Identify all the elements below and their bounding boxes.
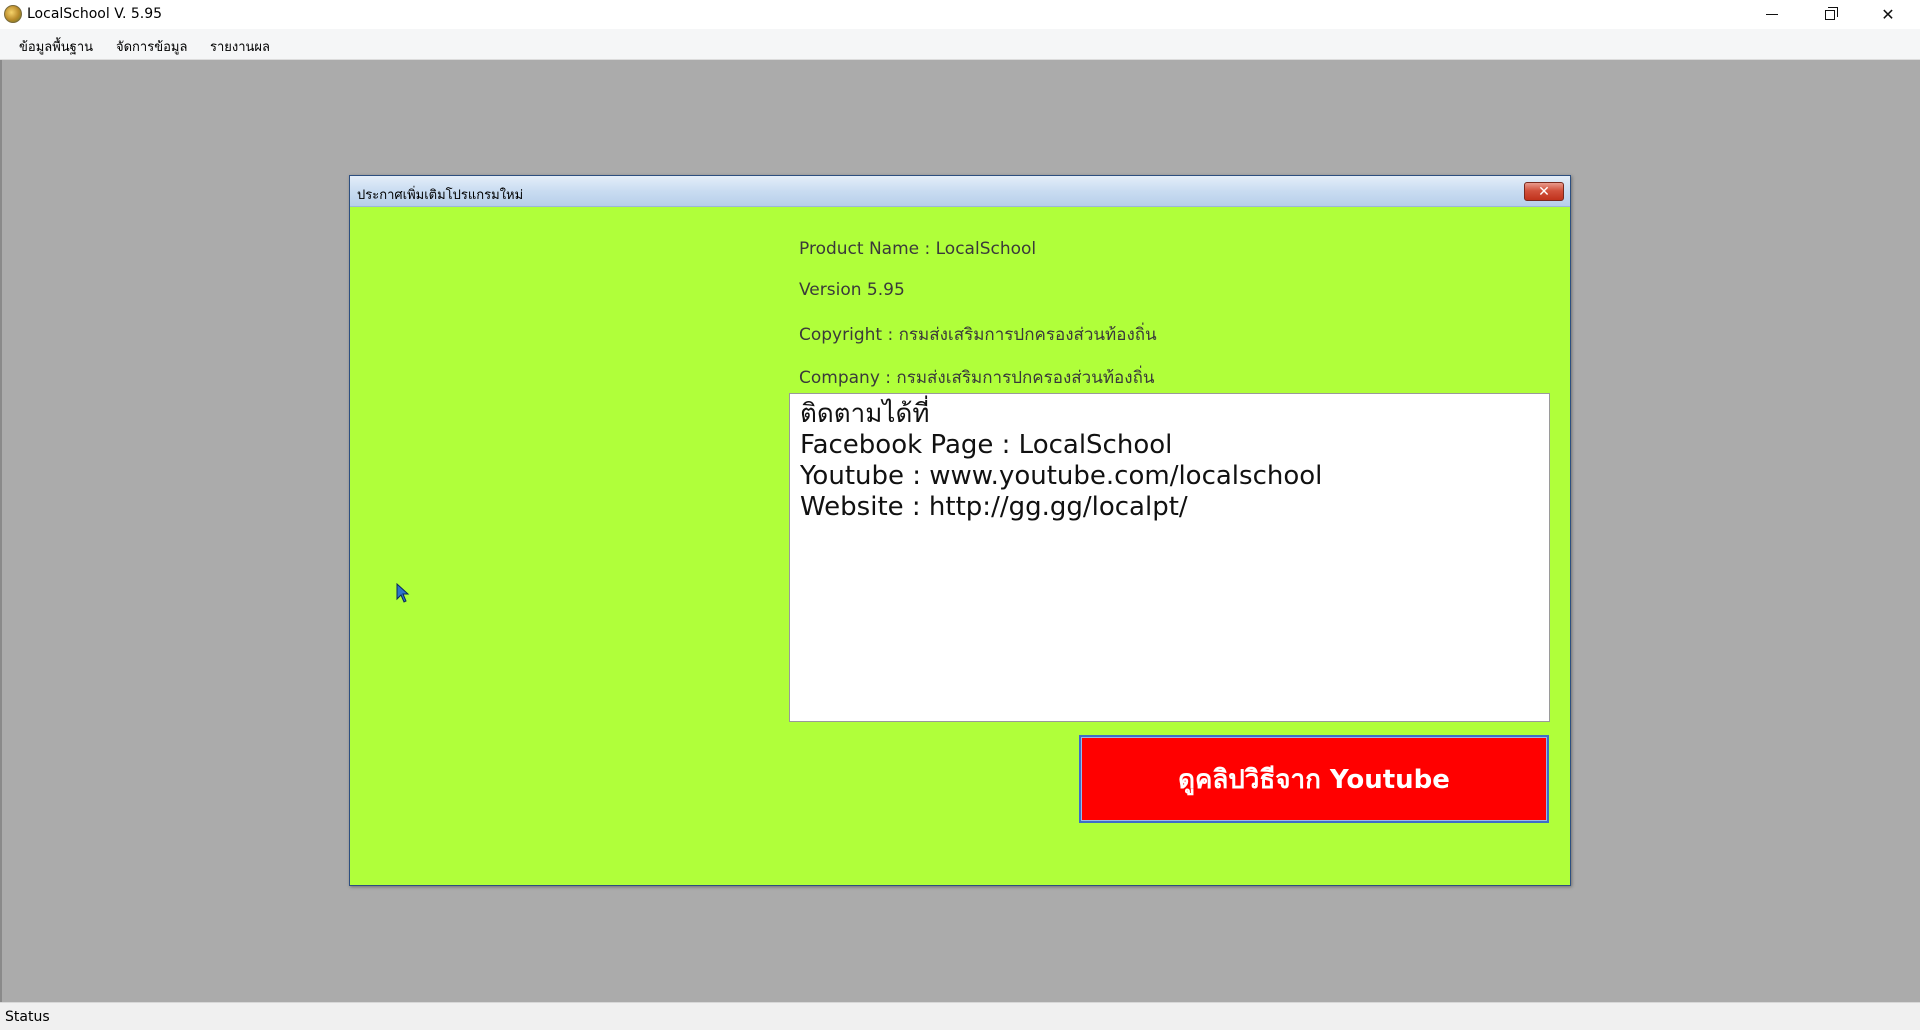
youtube-clip-button[interactable]: ดูคลิปวิธีจาก Youtube (1079, 735, 1549, 823)
textbox-line: Youtube : www.youtube.com/localschool (800, 461, 1323, 491)
dialog-title-bar[interactable]: ประกาศเพิ่มเติมโปรแกรมใหม่ ✕ (350, 176, 1570, 207)
textbox-line: ติดตามได้ที่ (800, 399, 930, 429)
textbox-line: Facebook Page : LocalSchool (800, 430, 1173, 460)
mouse-cursor-icon (396, 583, 410, 603)
status-text: Status (5, 1009, 50, 1025)
minimize-icon (1766, 14, 1778, 15)
menu-bar: ข้อมูลพื้นฐาน จัดการข้อมูล รายงานผล (0, 29, 1920, 60)
menu-item-reports[interactable]: รายงานผล (210, 36, 270, 57)
dialog-close-button[interactable]: ✕ (1524, 182, 1564, 201)
status-bar: Status (0, 1002, 1920, 1030)
close-icon: ✕ (1881, 5, 1895, 24)
window-close-button[interactable]: ✕ (1859, 0, 1917, 29)
app-title: LocalSchool V. 5.95 (27, 6, 163, 22)
restore-icon (1825, 6, 1838, 20)
app-icon (4, 5, 22, 23)
company-label: Company : กรมส่งเสริมการปกครองส่วนท้องถิ… (799, 368, 1155, 388)
main-window: LocalSchool V. 5.95 ✕ ข้อมูลพื้นฐาน จัดก… (0, 0, 1920, 1030)
announcement-dialog: ประกาศเพิ่มเติมโปรแกรมใหม่ ✕ Product Nam… (349, 175, 1571, 886)
dialog-title: ประกาศเพิ่มเติมโปรแกรมใหม่ (357, 188, 524, 203)
minimize-button[interactable] (1743, 0, 1801, 29)
menu-item-manage-data[interactable]: จัดการข้อมูล (116, 36, 187, 57)
title-bar[interactable]: LocalSchool V. 5.95 ✕ (0, 0, 1920, 29)
copyright-label: Copyright : กรมส่งเสริมการปกครองส่วนท้อง… (799, 325, 1157, 345)
product-name-label: Product Name : LocalSchool (799, 239, 1037, 259)
restore-button[interactable] (1801, 0, 1859, 29)
version-label: Version 5.95 (799, 280, 905, 300)
contact-textbox[interactable]: ติดตามได้ที่ Facebook Page : LocalSchool… (789, 393, 1550, 722)
menu-item-basic-data[interactable]: ข้อมูลพื้นฐาน (19, 36, 93, 57)
textbox-line: Website : http://gg.gg/localpt/ (800, 492, 1188, 522)
close-icon: ✕ (1538, 183, 1550, 200)
